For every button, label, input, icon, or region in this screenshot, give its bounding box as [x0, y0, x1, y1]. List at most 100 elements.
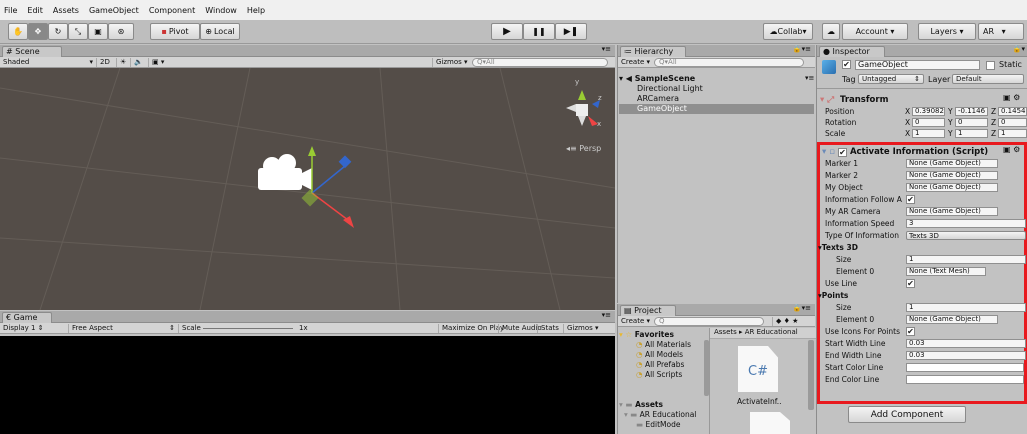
- hierarchy-search-input[interactable]: Q▾All: [654, 58, 804, 67]
- create-dropdown[interactable]: Create ▾: [618, 58, 653, 67]
- component-settings-icon[interactable]: ▣ ⚙: [1003, 145, 1020, 154]
- use-icons-checkbox[interactable]: ✔: [906, 327, 915, 336]
- layers-dropdown[interactable]: Layers ▾: [918, 23, 976, 40]
- game-view[interactable]: [0, 336, 615, 434]
- menu-file[interactable]: File: [4, 6, 17, 15]
- rotate-tool-icon[interactable]: ↻: [48, 23, 68, 40]
- audio-icon[interactable]: 🔈: [130, 58, 146, 67]
- scale-tool-icon[interactable]: ⤡: [68, 23, 88, 40]
- step-button[interactable]: ▶❚: [555, 23, 587, 40]
- scene-search-input[interactable]: Q▾All: [472, 58, 608, 67]
- menu-gameobject[interactable]: GameObject: [89, 6, 139, 15]
- menu-assets[interactable]: Assets: [53, 6, 79, 15]
- script-component-header[interactable]: ▾ ▫ ✔ Activate Information (Script): [822, 147, 988, 157]
- stats-toggle[interactable]: Stats: [537, 324, 562, 333]
- orientation-gizmo[interactable]: y z x: [566, 78, 602, 128]
- texts3d-foldout[interactable]: ▾Texts 3D: [818, 243, 1020, 253]
- hierarchy-item-arcamera[interactable]: ARCamera: [637, 94, 679, 103]
- texts-size-field[interactable]: 1: [906, 255, 1026, 264]
- lock-icon[interactable]: 🔒▾: [1013, 45, 1025, 53]
- csharp-script-file[interactable]: C#: [738, 346, 778, 392]
- lighting-icon[interactable]: ☀: [116, 58, 129, 67]
- account-dropdown[interactable]: Account ▾: [842, 23, 908, 40]
- end-width-field[interactable]: 0.03: [906, 351, 1026, 360]
- scale-y-field[interactable]: 1: [955, 129, 988, 138]
- component-settings-icon[interactable]: ▣ ⚙: [1003, 93, 1020, 102]
- gizmos-dropdown[interactable]: Gizmos ▾: [563, 324, 602, 333]
- fav-all-scripts[interactable]: ◔ All Scripts: [636, 370, 682, 379]
- maximize-on-play-toggle[interactable]: Maximize On Play: [438, 324, 507, 333]
- type-info-dropdown[interactable]: Texts 3D: [906, 231, 1026, 240]
- scene-root-item[interactable]: ▾ ◀ SampleScene: [619, 74, 695, 83]
- end-color-swatch[interactable]: [906, 375, 1024, 384]
- start-color-swatch[interactable]: [906, 363, 1024, 372]
- collab-dropdown[interactable]: ☁ Collab ▾: [763, 23, 813, 40]
- points-foldout[interactable]: ▾Points: [818, 291, 1020, 301]
- pause-button[interactable]: ❚❚: [523, 23, 555, 40]
- pivot-button[interactable]: ▪ Pivot: [150, 23, 200, 40]
- scene-menu-icon[interactable]: ▾≡: [805, 74, 814, 82]
- scale-slider[interactable]: Scale 1x: [178, 324, 428, 333]
- hand-tool-icon[interactable]: ✋: [8, 23, 28, 40]
- fav-all-models[interactable]: ◔ All Models: [636, 350, 683, 359]
- static-checkbox[interactable]: [986, 61, 995, 70]
- tab-project[interactable]: ▤ Project: [620, 305, 676, 316]
- tag-dropdown[interactable]: Untagged ⇕: [858, 74, 924, 84]
- assets-folder[interactable]: ▾ ▬ Assets: [619, 400, 663, 409]
- 2d-toggle[interactable]: 2D: [96, 58, 113, 67]
- filter-icons[interactable]: ◆ ♦ ★: [772, 317, 801, 326]
- tab-hierarchy[interactable]: ≔ Hierarchy: [620, 46, 686, 57]
- rect-tool-icon[interactable]: ▣: [88, 23, 108, 40]
- assets-scrollbar[interactable]: [808, 340, 814, 410]
- points-element0-field[interactable]: None (Game Object): [906, 315, 998, 324]
- object-name-field[interactable]: GameObject: [855, 60, 980, 70]
- menu-window[interactable]: Window: [205, 6, 237, 15]
- menu-edit[interactable]: Edit: [27, 6, 43, 15]
- use-line-checkbox[interactable]: ✔: [906, 279, 915, 288]
- project-breadcrumb[interactable]: Assets ▸ AR Educational: [710, 328, 816, 339]
- play-button[interactable]: ▶: [491, 23, 523, 40]
- info-follow-checkbox[interactable]: ✔: [906, 195, 915, 204]
- cloud-services-icon[interactable]: ☁: [822, 23, 840, 40]
- layer-dropdown[interactable]: Default: [952, 74, 1024, 84]
- aspect-dropdown[interactable]: Free Aspect ⇕: [68, 324, 178, 333]
- info-speed-field[interactable]: 3: [906, 219, 1026, 228]
- fav-all-prefabs[interactable]: ◔ All Prefabs: [636, 360, 684, 369]
- project-search-input[interactable]: Q: [654, 317, 764, 326]
- tree-scrollbar[interactable]: [704, 340, 709, 396]
- shading-dropdown[interactable]: Shaded ▾: [0, 58, 96, 67]
- panel-menu-icon[interactable]: ▾≡: [602, 45, 611, 53]
- position-x-field[interactable]: 0.39082: [912, 107, 945, 116]
- marker2-field[interactable]: None (Game Object): [906, 171, 998, 180]
- rotation-z-field[interactable]: 0: [998, 118, 1027, 127]
- hierarchy-item-gameobject[interactable]: GameObject: [637, 104, 687, 113]
- transform-tool-icon[interactable]: ⊛: [108, 23, 134, 40]
- position-z-field[interactable]: 0.1454: [998, 107, 1027, 116]
- gizmos-dropdown[interactable]: Gizmos ▾: [432, 58, 471, 67]
- script-enabled-checkbox[interactable]: ✔: [837, 148, 847, 157]
- scale-x-field[interactable]: 1: [912, 129, 945, 138]
- projection-label[interactable]: ◂≡ Persp: [566, 144, 601, 153]
- folder-editmode[interactable]: ▬ EditMode: [636, 420, 680, 429]
- transform-header[interactable]: ▾ ⤢ Transform: [820, 95, 888, 105]
- lock-icon[interactable]: 🔒▾≡: [793, 304, 811, 312]
- camera-gizmo-icon[interactable]: [258, 154, 312, 190]
- local-button[interactable]: ⊕ Local: [200, 23, 240, 40]
- add-component-button[interactable]: Add Component: [848, 406, 966, 423]
- tab-inspector[interactable]: ● Inspector: [819, 46, 885, 57]
- my-ar-camera-field[interactable]: None (Game Object): [906, 207, 998, 216]
- folder-ar-educational[interactable]: ▾ ▬ AR Educational: [624, 410, 708, 419]
- hierarchy-item-light[interactable]: Directional Light: [637, 84, 703, 93]
- texts-element0-field[interactable]: None (Text Mesh): [906, 267, 986, 276]
- scale-z-field[interactable]: 1: [998, 129, 1027, 138]
- menu-component[interactable]: Component: [149, 6, 195, 15]
- favorites-folder[interactable]: ▾ ☆ Favorites: [619, 330, 674, 339]
- position-y-field[interactable]: -0.1146: [955, 107, 988, 116]
- tab-game[interactable]: € Game: [2, 312, 52, 323]
- marker1-field[interactable]: None (Game Object): [906, 159, 998, 168]
- active-checkbox[interactable]: ✔: [842, 60, 851, 69]
- display-dropdown[interactable]: Display 1 ⇕: [0, 324, 68, 333]
- panel-menu-icon[interactable]: ▾≡: [602, 311, 611, 319]
- lock-icon[interactable]: 🔒▾≡: [793, 45, 811, 53]
- tab-scene[interactable]: # Scene: [2, 46, 62, 57]
